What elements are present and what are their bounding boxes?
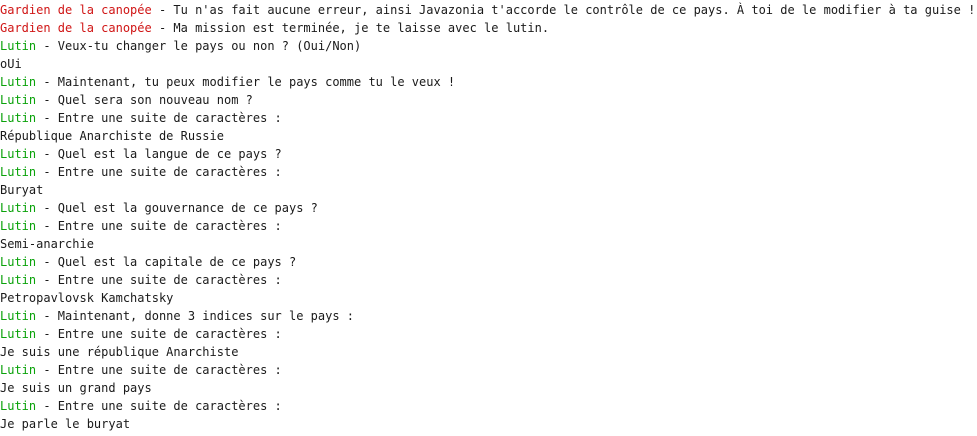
message-text: - Entre une suite de caractères :: [36, 273, 282, 287]
console-line: Lutin - Entre une suite de caractères :: [0, 397, 977, 415]
message-text: - Entre une suite de caractères :: [36, 363, 282, 377]
message-text: - Entre une suite de caractères :: [36, 219, 282, 233]
user-input-text: République Anarchiste de Russie: [0, 129, 224, 143]
message-text: - Quel est la capitale de ce pays ?: [36, 255, 297, 269]
speaker-name: Lutin: [0, 201, 37, 215]
speaker-name: Lutin: [0, 111, 37, 125]
console-line: Petropavlovsk Kamchatsky: [0, 289, 977, 307]
console-line: Lutin - Entre une suite de caractères :: [0, 217, 977, 235]
console-line: Lutin - Quel est la capitale de ce pays …: [0, 253, 977, 271]
console-line: Je suis une république Anarchiste: [0, 343, 977, 361]
console-line: Lutin - Entre une suite de caractères :: [0, 325, 977, 343]
speaker-name: Lutin: [0, 327, 37, 341]
console-line: Gardien de la canopée - Tu n'as fait auc…: [0, 1, 977, 19]
speaker-name: Lutin: [0, 147, 37, 161]
message-text: - Veux-tu changer le pays ou non ? (Oui/…: [36, 39, 362, 53]
console-line: Je parle le buryat: [0, 415, 977, 433]
message-text: - Maintenant, tu peux modifier le pays c…: [36, 75, 456, 89]
speaker-name: Lutin: [0, 75, 37, 89]
speaker-name: Lutin: [0, 363, 37, 377]
console-line: Semi-anarchie: [0, 235, 977, 253]
speaker-name: Lutin: [0, 255, 37, 269]
speaker-name: Lutin: [0, 219, 37, 233]
speaker-name: Lutin: [0, 399, 37, 413]
user-input-text: Je suis une république Anarchiste: [0, 345, 239, 359]
console-line: Lutin - Entre une suite de caractères :: [0, 271, 977, 289]
speaker-name: Gardien de la canopée: [0, 21, 152, 35]
message-text: - Entre une suite de caractères :: [36, 399, 282, 413]
console-line: Lutin - Veux-tu changer le pays ou non ?…: [0, 37, 977, 55]
console-line: Lutin - Maintenant, donne 3 indices sur …: [0, 307, 977, 325]
message-text: - Entre une suite de caractères :: [36, 165, 282, 179]
message-text: - Entre une suite de caractères :: [36, 111, 282, 125]
console-line: République Anarchiste de Russie: [0, 127, 977, 145]
message-text: - Ma mission est terminée, je te laisse …: [151, 21, 550, 35]
console-line: oUi: [0, 55, 977, 73]
user-input-text: Je suis un grand pays: [0, 381, 152, 395]
speaker-name: Lutin: [0, 93, 37, 107]
console-output[interactable]: Gardien de la canopée - Tu n'as fait auc…: [0, 1, 977, 433]
user-input-text: Buryat: [0, 183, 44, 197]
console-line: Gardien de la canopée - Ma mission est t…: [0, 19, 977, 37]
speaker-name: Gardien de la canopée: [0, 3, 152, 17]
message-text: - Quel est la gouvernance de ce pays ?: [36, 201, 318, 215]
user-input-text: oUi: [0, 57, 22, 71]
message-text: - Entre une suite de caractères :: [36, 327, 282, 341]
speaker-name: Lutin: [0, 39, 37, 53]
message-text: - Quel est la langue de ce pays ?: [36, 147, 282, 161]
console-line: Lutin - Entre une suite de caractères :: [0, 163, 977, 181]
speaker-name: Lutin: [0, 273, 37, 287]
console-line: Lutin - Quel sera son nouveau nom ?: [0, 91, 977, 109]
message-text: - Maintenant, donne 3 indices sur le pay…: [36, 309, 355, 323]
message-text: - Quel sera son nouveau nom ?: [36, 93, 253, 107]
console-line: Lutin - Entre une suite de caractères :: [0, 361, 977, 379]
user-input-text: Petropavlovsk Kamchatsky: [0, 291, 174, 305]
speaker-name: Lutin: [0, 165, 37, 179]
console-line: Je suis un grand pays: [0, 379, 977, 397]
console-line: Lutin - Entre une suite de caractères :: [0, 109, 977, 127]
message-text: - Tu n'as fait aucune erreur, ainsi Java…: [151, 3, 976, 17]
console-line: Lutin - Maintenant, tu peux modifier le …: [0, 73, 977, 91]
user-input-text: Semi-anarchie: [0, 237, 94, 251]
console-line: Buryat: [0, 181, 977, 199]
user-input-text: Je parle le buryat: [0, 417, 131, 431]
console-line: Lutin - Quel est la gouvernance de ce pa…: [0, 199, 977, 217]
speaker-name: Lutin: [0, 309, 37, 323]
console-line: Lutin - Quel est la langue de ce pays ?: [0, 145, 977, 163]
